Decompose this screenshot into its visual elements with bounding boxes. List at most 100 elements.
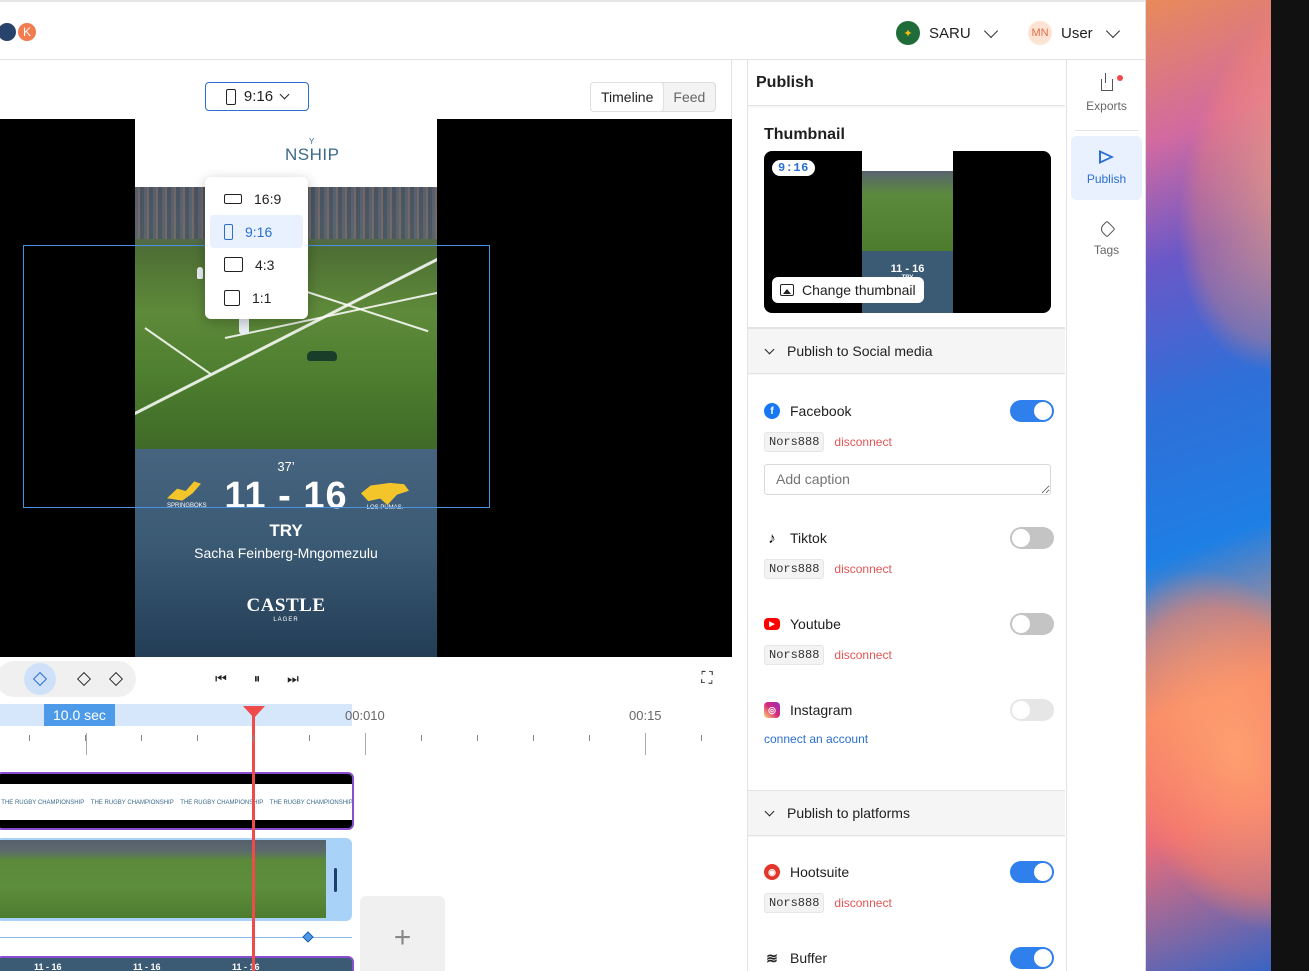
send-icon — [1099, 150, 1114, 164]
ruler-tick — [477, 735, 478, 741]
diamond-minus-icon — [108, 671, 124, 687]
collaborator-avatar[interactable]: K — [16, 21, 38, 43]
user-menu[interactable]: MN User — [1028, 21, 1122, 45]
header-title-text: NSHIP — [285, 145, 340, 164]
rail-item-exports[interactable]: Exports — [1071, 64, 1142, 128]
hootsuite-toggle[interactable] — [1010, 861, 1054, 883]
change-thumbnail-button[interactable]: Change thumbnail — [772, 277, 924, 303]
playhead[interactable] — [252, 707, 255, 971]
platform-hootsuite: ◉ Hootsuite Nors888 disconnect — [764, 861, 1054, 913]
diamond-icon — [32, 671, 48, 687]
org-selector[interactable]: ✦ SARU — [896, 21, 1000, 45]
ruler-major-tick — [365, 733, 366, 755]
overlay-track[interactable]: THE RUGBY CHAMPIONSHIP THE RUGBY CHAMPIO… — [0, 772, 354, 830]
sponsor-sub: LAGER — [273, 617, 299, 623]
tab-timeline[interactable]: Timeline — [591, 83, 664, 111]
diamond-dot-icon — [76, 671, 92, 687]
connect-account-link[interactable]: connect an account — [764, 732, 868, 746]
skip-back-button[interactable]: ⏮ — [211, 669, 231, 689]
tab-feed[interactable]: Feed — [663, 83, 715, 111]
editor-toolbar: 9:16 Timeline Feed — [0, 60, 732, 119]
ratio-option-16-9[interactable]: 16:9 — [210, 182, 303, 215]
rail-item-tags[interactable]: Tags — [1071, 208, 1142, 272]
youtube-toggle[interactable] — [1010, 613, 1054, 635]
frame-label: 11 - 16 — [133, 962, 161, 971]
skip-forward-button[interactable]: ⏭ — [283, 669, 303, 689]
user-name: User — [1061, 24, 1093, 42]
tiktok-icon: ♪ — [768, 529, 776, 547]
pause-button[interactable]: ⏸ — [247, 669, 267, 689]
landscape-ratio-icon — [224, 193, 242, 204]
download-icon — [1100, 73, 1113, 91]
keyframe-add-button[interactable] — [24, 663, 56, 695]
standard-ratio-icon — [224, 257, 243, 272]
account-name: Nors888 — [764, 432, 825, 452]
aspect-ratio-button[interactable]: 9:16 — [205, 82, 309, 111]
ruler-tick — [421, 735, 422, 741]
disconnect-link[interactable]: disconnect — [834, 435, 891, 449]
ruler-tick — [141, 735, 142, 741]
score-track[interactable]: 11 - 16 11 - 16 11 - 16 — [0, 956, 354, 971]
overlay-track-frames: THE RUGBY CHAMPIONSHIP THE RUGBY CHAMPIO… — [0, 784, 352, 820]
ruler-tick — [589, 735, 590, 741]
timeline[interactable]: 10.0 sec 00:010 00:15 THE RUGBY CHAMPION… — [0, 701, 732, 971]
instagram-icon: ◎ — [764, 702, 780, 718]
section-title: Publish to Social media — [787, 343, 933, 359]
buffer-icon: ≋ — [766, 949, 778, 966]
video-track[interactable] — [0, 838, 352, 921]
add-clip-button[interactable]: + — [360, 896, 445, 971]
user-avatar: MN — [1028, 21, 1052, 45]
view-toggle: Timeline Feed — [590, 82, 717, 112]
platform-tiktok: ♪ Tiktok Nors888 disconnect — [764, 527, 1054, 579]
thumbnail-card: Thumbnail 11 - 16 TRY 9:16 Change thumbn… — [748, 108, 1065, 328]
platform-name: Instagram — [790, 702, 853, 718]
disconnect-link[interactable]: disconnect — [834, 648, 891, 662]
ruler-tick — [533, 735, 534, 741]
ratio-badge: 9:16 — [772, 160, 815, 176]
notification-dot — [1117, 75, 1123, 81]
buffer-toggle[interactable] — [1010, 947, 1054, 969]
instagram-toggle[interactable] — [1010, 699, 1054, 721]
account-name: Nors888 — [764, 645, 825, 665]
thumbnail-footage — [862, 171, 953, 251]
ruler-tick — [253, 735, 254, 741]
platforms-section-header[interactable]: Publish to platforms — [748, 790, 1065, 836]
frame-label: 11 - 16 — [34, 962, 62, 971]
ruler-tick — [29, 735, 30, 741]
playhead-handle[interactable] — [243, 706, 265, 718]
caption-input[interactable] — [764, 464, 1051, 495]
disconnect-link[interactable]: disconnect — [834, 562, 891, 576]
keyframe-marker[interactable] — [302, 931, 314, 943]
platform-instagram: ◎ Instagram connect an account — [764, 699, 1054, 746]
event-type: TRY — [269, 521, 303, 540]
tiktok-toggle[interactable] — [1010, 527, 1054, 549]
chevron-down-icon — [983, 23, 998, 38]
sponsor-logo: CASTLE — [246, 595, 326, 616]
rail-label: Exports — [1086, 99, 1127, 113]
keyframe-split-button[interactable] — [105, 668, 127, 690]
facebook-toggle[interactable] — [1010, 400, 1054, 422]
social-section-header[interactable]: Publish to Social media — [748, 328, 1065, 374]
video-canvas[interactable]: Y NSHIP SPRINGBOKS LOS PUMAS. 37’ 11 - 1… — [0, 119, 732, 657]
thumbnail-preview: 11 - 16 TRY 9:16 Change thumbnail — [764, 151, 1051, 313]
portrait-ratio-icon — [224, 223, 233, 240]
facebook-icon: f — [764, 403, 780, 419]
disconnect-link[interactable]: disconnect — [834, 896, 891, 910]
tag-icon — [1098, 220, 1115, 238]
ratio-option-9-16[interactable]: 9:16 — [210, 215, 303, 248]
rail-label: Tags — [1093, 243, 1120, 257]
trim-handle[interactable] — [334, 868, 337, 892]
tick-label: 00:15 — [629, 708, 662, 723]
editor-panel: 9:16 Timeline Feed Y NSHIP SPRINGBOKS LO… — [0, 60, 732, 971]
aspect-ratio-label: 9:16 — [243, 88, 274, 105]
frame-label: THE RUGBY CHAMPIONSHIP — [90, 800, 174, 806]
ruler-major-tick — [645, 733, 646, 755]
keyframe-center-button[interactable] — [73, 668, 95, 690]
player-name: Sacha Feinberg-Mngomezulu — [194, 545, 378, 561]
ratio-option-1-1[interactable]: 1:1 — [210, 281, 303, 314]
fullscreen-icon[interactable]: ⛶ — [697, 669, 717, 689]
ratio-option-4-3[interactable]: 4:3 — [210, 248, 303, 281]
chevron-down-icon — [1105, 23, 1120, 38]
section-title: Publish to platforms — [787, 805, 910, 821]
rail-item-publish[interactable]: Publish — [1071, 136, 1142, 200]
